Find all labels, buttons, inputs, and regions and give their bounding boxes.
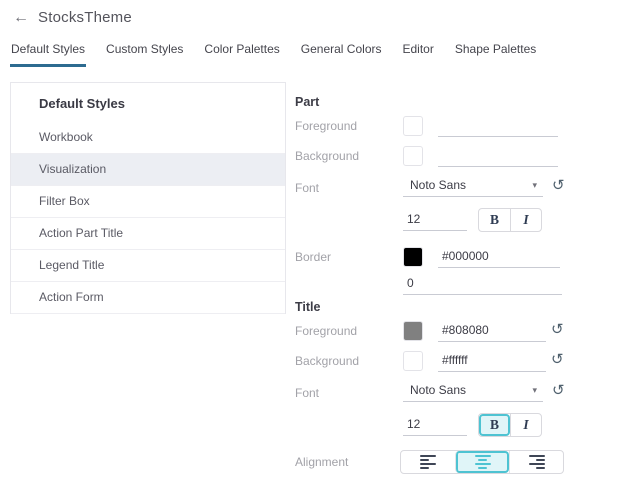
back-arrow-icon[interactable]: ←: [13, 10, 29, 26]
title-foreground-reset-button[interactable]: ↺: [551, 322, 564, 337]
title-background-reset-button[interactable]: ↺: [551, 352, 564, 367]
part-font-size-input[interactable]: [403, 210, 467, 231]
part-background-value-input[interactable]: [438, 146, 558, 167]
chevron-down-icon: ▾: [532, 181, 537, 192]
align-left-icon: [420, 455, 436, 469]
sidebar-item-action-form[interactable]: Action Form: [11, 282, 285, 314]
part-border-swatch[interactable]: [403, 247, 423, 267]
part-foreground-label: Foreground: [295, 119, 403, 133]
style-properties-panel: Part Foreground Background Font Noto San…: [295, 82, 631, 477]
tab-color-palettes[interactable]: Color Palettes: [203, 42, 280, 67]
title-font-size-row: B I: [295, 409, 631, 441]
title-font-size-input[interactable]: [403, 415, 467, 436]
title-foreground-value-input[interactable]: [438, 321, 546, 342]
title-font-reset-button[interactable]: ↺: [552, 383, 565, 398]
part-bold-italic-group: B I: [478, 208, 542, 232]
part-font-row: Font Noto Sans ▾ ↺: [295, 171, 631, 204]
sidebar-item-visualization[interactable]: Visualization: [11, 154, 285, 186]
title-bold-button[interactable]: B: [479, 414, 510, 436]
align-right-icon: [529, 455, 545, 469]
part-border-row: Border: [295, 242, 631, 272]
title-background-value-input[interactable]: [438, 351, 546, 372]
part-font-reset-button[interactable]: ↺: [552, 178, 565, 193]
part-border-color-input[interactable]: [438, 247, 560, 268]
align-right-button[interactable]: [509, 451, 563, 473]
part-border-label: Border: [295, 250, 403, 264]
part-background-swatch[interactable]: [403, 146, 423, 166]
sidebar-item-filter-box[interactable]: Filter Box: [11, 186, 285, 218]
title-alignment-label: Alignment: [295, 455, 403, 469]
title-background-label: Background: [295, 354, 403, 368]
part-background-label: Background: [295, 149, 403, 163]
part-border-width-input[interactable]: [403, 274, 562, 295]
title-italic-button[interactable]: I: [510, 414, 541, 436]
main-area: Default Styles Workbook Visualization Fi…: [0, 82, 631, 477]
styles-sidebar: Default Styles Workbook Visualization Fi…: [10, 82, 286, 314]
title-background-swatch[interactable]: [403, 351, 423, 371]
title-alignment-group: [400, 450, 564, 474]
page-header: ← StocksTheme: [0, 0, 631, 28]
part-bold-button[interactable]: B: [479, 209, 510, 231]
sidebar-item-action-part-title[interactable]: Action Part Title: [11, 218, 285, 250]
part-border-width-row: [295, 272, 631, 296]
part-background-row: Background: [295, 141, 631, 171]
title-font-row: Font Noto Sans ▾ ↺: [295, 376, 631, 409]
part-font-select[interactable]: Noto Sans ▾: [403, 178, 543, 197]
part-section-heading: Part: [295, 95, 631, 111]
tab-default-styles[interactable]: Default Styles: [10, 42, 86, 67]
chevron-down-icon: ▾: [532, 386, 537, 397]
title-foreground-label: Foreground: [295, 324, 403, 338]
title-font-value: Noto Sans: [410, 383, 466, 397]
part-italic-button[interactable]: I: [510, 209, 541, 231]
sidebar-item-legend-title[interactable]: Legend Title: [11, 250, 285, 282]
part-foreground-swatch[interactable]: [403, 116, 423, 136]
part-foreground-value-input[interactable]: [438, 116, 558, 137]
tab-bar: Default Styles Custom Styles Color Palet…: [0, 42, 631, 67]
title-bold-italic-group: B I: [478, 413, 542, 437]
part-font-label: Font: [295, 181, 403, 195]
sidebar-item-workbook[interactable]: Workbook: [11, 122, 285, 154]
title-section-heading: Title: [295, 300, 631, 316]
title-foreground-swatch[interactable]: [403, 321, 423, 341]
tab-editor[interactable]: Editor: [401, 42, 434, 67]
tab-general-colors[interactable]: General Colors: [300, 42, 383, 67]
title-font-label: Font: [295, 386, 403, 400]
tab-custom-styles[interactable]: Custom Styles: [105, 42, 184, 67]
title-background-row: Background ↺: [295, 346, 631, 376]
title-alignment-row: Alignment: [295, 447, 631, 477]
title-font-select[interactable]: Noto Sans ▾: [403, 383, 543, 402]
part-font-value: Noto Sans: [410, 178, 466, 192]
theme-editor-window: ← StocksTheme Default Styles Custom Styl…: [0, 0, 631, 488]
align-center-button[interactable]: [455, 451, 509, 473]
align-center-icon: [475, 455, 491, 469]
tab-shape-palettes[interactable]: Shape Palettes: [454, 42, 537, 67]
part-font-size-row: B I: [295, 204, 631, 236]
sidebar-heading: Default Styles: [11, 83, 285, 122]
title-foreground-row: Foreground ↺: [295, 316, 631, 346]
part-foreground-row: Foreground: [295, 111, 631, 141]
align-left-button[interactable]: [401, 451, 455, 473]
page-title: StocksTheme: [38, 9, 132, 26]
